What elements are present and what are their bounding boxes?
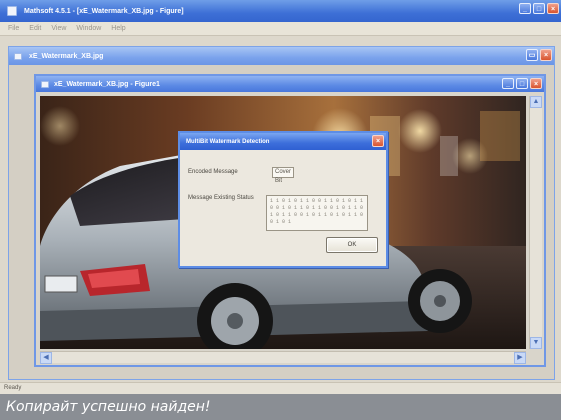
app-titlebar[interactable]: Mathsoft 4.5.1 - [xE_Watermark_XB.jpg - … [0,0,561,22]
vertical-scrollbar[interactable]: ▲ ▼ [529,96,542,349]
doc-close-icon[interactable]: × [540,49,552,61]
encoded-message-value: Cover Bit [272,167,294,184]
horizontal-scrollbar[interactable]: ◀ ▶ [40,351,526,364]
figure-titlebar[interactable]: xE_Watermark_XB.jpg - Figure1 _ □ × [36,76,544,92]
message-status-value: 1 1 0 1 0 1 1 0 0 1 1 0 1 0 1 1 0 0 1 0 … [266,195,368,231]
menu-bar: File Edit View Window Help [0,22,561,36]
document-titlebar[interactable]: xE_Watermark_XB.jpg ▭ × [9,47,554,65]
maximize-icon[interactable]: □ [533,3,545,14]
menu-item-file[interactable]: File [8,25,19,32]
app-icon [7,6,17,16]
document-title: xE_Watermark_XB.jpg [29,52,104,60]
encoded-message-label: Encoded Message [188,169,238,175]
menu-item-help[interactable]: Help [111,25,125,32]
status-bar: Ready [0,382,561,394]
doc-restore-icon[interactable]: ▭ [526,49,538,61]
scroll-left-icon[interactable]: ◀ [40,352,52,364]
menu-item-edit[interactable]: Edit [29,25,41,32]
figure-icon [41,80,49,88]
ok-button[interactable]: OK [326,237,378,253]
app-title: Mathsoft 4.5.1 - [xE_Watermark_XB.jpg - … [24,7,184,15]
scroll-up-icon[interactable]: ▲ [530,96,542,108]
figure-minimize-icon[interactable]: _ [502,78,514,89]
scroll-down-icon[interactable]: ▼ [530,337,542,349]
dialog-titlebar[interactable]: MultiBit Watermark Detection × [180,133,386,150]
figure-maximize-icon[interactable]: □ [516,78,528,89]
watermark-dialog: MultiBit Watermark Detection × Encoded M… [178,131,388,268]
menu-item-view[interactable]: View [51,25,66,32]
document-icon [14,52,22,60]
figure-title: xE_Watermark_XB.jpg - Figure1 [54,80,160,88]
dialog-title: MultiBit Watermark Detection [186,138,270,145]
scroll-right-icon[interactable]: ▶ [514,352,526,364]
caption-text: Копирайт успешно найден! [0,394,561,420]
figure-close-icon[interactable]: × [530,78,542,89]
message-status-label: Message Existing Status [188,195,254,201]
menu-item-window[interactable]: Window [76,25,101,32]
dialog-close-icon[interactable]: × [372,135,384,147]
close-icon[interactable]: × [547,3,559,14]
minimize-icon[interactable]: _ [519,3,531,14]
